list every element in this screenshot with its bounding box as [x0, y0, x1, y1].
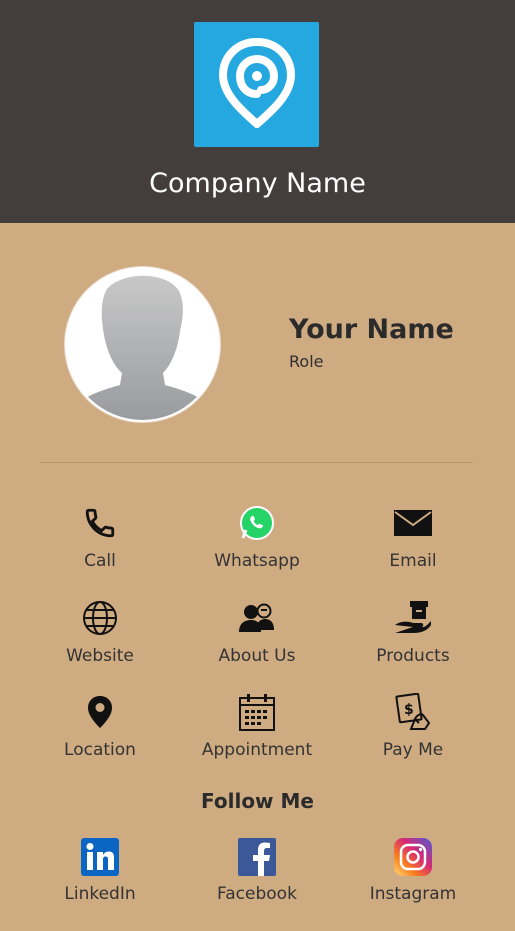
follow-me-heading: Follow Me — [201, 789, 314, 813]
products-button[interactable]: Products — [333, 600, 493, 666]
avatar — [65, 267, 220, 422]
pay-me-button[interactable]: $ Pay Me — [333, 692, 493, 760]
instagram-icon — [394, 838, 432, 880]
instagram-label: Instagram — [369, 884, 457, 904]
header: Company Name — [0, 0, 515, 223]
pay-me-label: Pay Me — [382, 740, 444, 760]
profile-name: Your Name — [289, 314, 454, 345]
linkedin-icon — [81, 838, 119, 880]
website-button[interactable]: Website — [20, 600, 180, 666]
person-silhouette-icon — [67, 275, 218, 420]
profile-role: Role — [289, 352, 324, 371]
svg-text:$: $ — [404, 702, 414, 718]
call-label: Call — [84, 551, 116, 571]
map-pin-icon — [87, 695, 113, 733]
calendar-icon — [238, 692, 276, 736]
facebook-link[interactable]: Facebook — [177, 838, 337, 904]
about-us-label: About Us — [218, 646, 296, 666]
email-label: Email — [389, 551, 437, 571]
products-label: Products — [376, 646, 450, 666]
company-logo[interactable] — [194, 22, 319, 147]
linkedin-link[interactable]: LinkedIn — [20, 838, 180, 904]
people-icon — [239, 602, 275, 638]
call-button[interactable]: Call — [20, 505, 180, 571]
whatsapp-label: Whatsapp — [214, 551, 300, 571]
whatsapp-button[interactable]: Whatsapp — [177, 505, 337, 571]
appointment-label: Appointment — [201, 740, 313, 760]
facebook-icon — [238, 838, 276, 880]
appointment-button[interactable]: Appointment — [177, 694, 337, 760]
money-hand-icon: $ — [395, 692, 431, 735]
box-in-hand-icon — [393, 599, 433, 641]
instagram-link[interactable]: Instagram — [333, 838, 493, 904]
about-us-button[interactable]: About Us — [177, 600, 337, 666]
facebook-label: Facebook — [217, 884, 297, 904]
globe-icon — [82, 600, 118, 640]
email-button[interactable]: Email — [333, 505, 493, 571]
location-label: Location — [64, 740, 136, 760]
divider — [40, 462, 473, 463]
envelope-icon — [393, 509, 433, 541]
location-pin-logo-icon — [218, 37, 295, 132]
phone-icon — [83, 506, 117, 544]
company-name: Company Name — [149, 168, 366, 199]
linkedin-label: LinkedIn — [64, 884, 136, 904]
whatsapp-icon — [239, 505, 275, 545]
website-label: Website — [66, 646, 134, 666]
location-button[interactable]: Location — [20, 694, 180, 760]
